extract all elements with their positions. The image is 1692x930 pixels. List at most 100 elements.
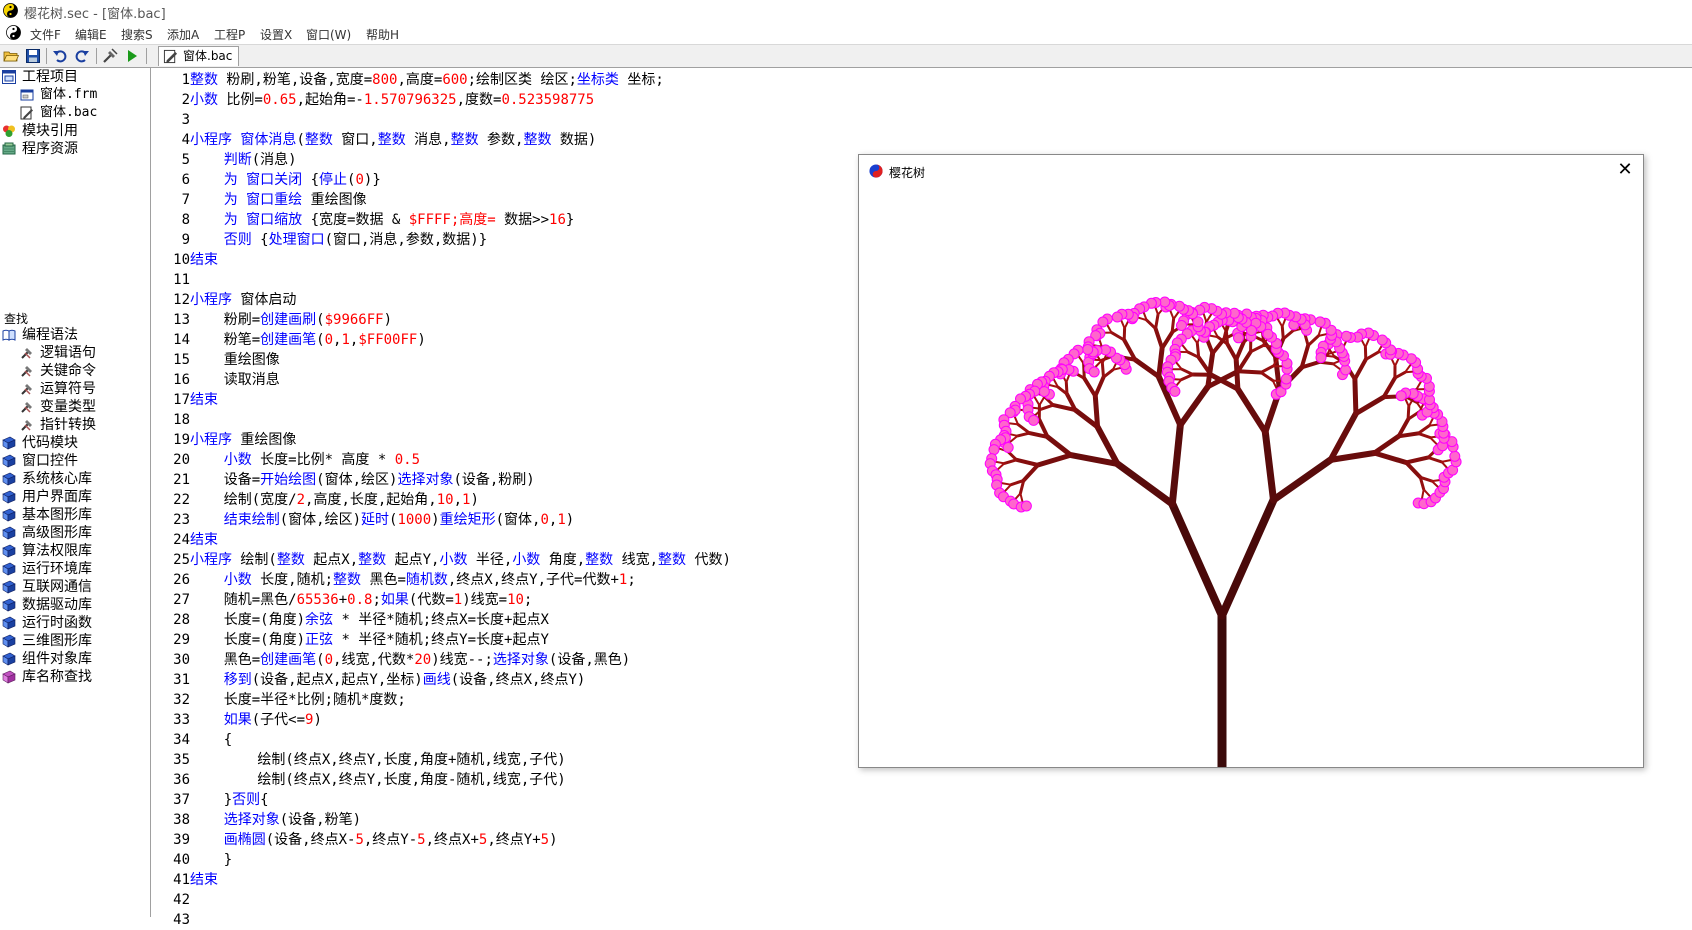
code-line[interactable]: 36 绘制(终点X,终点Y,长度,角度-随机,线宽,子代)	[151, 770, 566, 790]
code-line[interactable]: 10结束	[151, 250, 218, 270]
code-line[interactable]: 30 黑色=创建画笔(0,线宽,代数*20)线宽--;选择对象(设备,黑色)	[151, 650, 630, 670]
output-window[interactable]: 樱花树 ✕	[858, 154, 1644, 768]
tree-branch	[1172, 319, 1174, 332]
menu-settings[interactable]: 设置X	[260, 26, 292, 43]
menu-window[interactable]: 窗口(W)	[306, 26, 351, 43]
line-number: 17	[151, 390, 190, 410]
code-line[interactable]: 22 绘制(宽度/2,高度,长度,起始角,10,1)	[151, 490, 479, 510]
code-line[interactable]: 17结束	[151, 390, 218, 410]
tree-branch	[1002, 483, 1011, 485]
code-plain: 粉笔=	[190, 332, 260, 348]
line-number: 33	[151, 710, 190, 730]
tree-branch	[1261, 366, 1273, 372]
code-line[interactable]: 7 为 窗口重绘 重绘图像	[151, 190, 367, 210]
tab-window-bac[interactable]: 窗体.bac	[158, 46, 239, 66]
code-text: 长度=半径*比例;随机*度数;	[190, 690, 406, 710]
find-label: 查找	[4, 310, 28, 327]
code-keyword: 余弦	[305, 612, 333, 628]
close-icon[interactable]: ✕	[1615, 159, 1635, 180]
code-line[interactable]: 31 移到(设备,起点X,起点Y,坐标)画线(设备,终点X,终点Y)	[151, 670, 585, 690]
code-line[interactable]: 39 画椭圆(设备,终点X-5,终点Y-5,终点X+5,终点Y+5)	[151, 830, 558, 850]
code-line[interactable]: 6 为 窗口关闭 {停止(0)}	[151, 170, 381, 190]
code-plain	[190, 152, 224, 168]
tree-branch	[1418, 426, 1429, 434]
code-line[interactable]: 2小数 比例=0.65,起始角=-1.570796325,度数=0.523598…	[151, 90, 594, 110]
code-line[interactable]: 27 随机=黑色/65536+0.8;如果(代数=1)线宽=10;	[151, 590, 532, 610]
menu-add[interactable]: 添加A	[167, 26, 199, 43]
blossom	[1029, 415, 1039, 425]
tree-branch	[1005, 485, 1011, 491]
code-plain	[190, 672, 224, 688]
menu-edit[interactable]: 编辑E	[75, 26, 107, 43]
tree-branch	[1406, 458, 1428, 463]
build-icon[interactable]	[102, 48, 118, 64]
code-line[interactable]: 15 重绘图像	[151, 350, 280, 370]
code-line[interactable]: 28 长度=(角度)余弦 * 半径*随机;终点X=长度+起点X	[151, 610, 549, 630]
menu-file[interactable]: 文件F	[30, 26, 61, 43]
undo-icon[interactable]	[52, 48, 68, 64]
code-line[interactable]: 37 }否则{	[151, 790, 269, 810]
tree-branch	[1177, 380, 1182, 386]
code-plain: 线宽,	[613, 552, 658, 568]
code-line[interactable]: 40 }	[151, 850, 232, 870]
line-number: 5	[151, 150, 190, 170]
code-line[interactable]: 3	[151, 110, 190, 130]
yin-yang-icon[interactable]	[6, 25, 21, 40]
code-line[interactable]: 38 选择对象(设备,粉笔)	[151, 810, 361, 830]
code-line[interactable]: 34 {	[151, 730, 232, 750]
code-line[interactable]: 20 小数 长度=比例* 高度 * 0.5	[151, 450, 420, 470]
code-line[interactable]: 35 绘制(终点X,终点Y,长度,角度+随机,线宽,子代)	[151, 750, 566, 770]
code-line[interactable]: 14 粉笔=创建画笔(0,1,$FF00FF)	[151, 330, 426, 350]
document-edit-icon	[20, 106, 34, 120]
open-folder-icon[interactable]	[3, 48, 19, 64]
line-number: 28	[151, 610, 190, 630]
tree-branch	[1308, 336, 1318, 346]
code-line[interactable]: 5 判断(消息)	[151, 150, 297, 170]
redo-icon[interactable]	[74, 48, 90, 64]
code-line[interactable]: 9 否则 {处理窗口(窗口,消息,参数,数据)}	[151, 230, 487, 250]
code-plain: 绘制(宽度/	[190, 492, 297, 508]
menu-search[interactable]: 搜索S	[121, 26, 153, 43]
tree-branch	[1204, 313, 1207, 322]
tab-label: 窗体.bac	[183, 49, 232, 63]
code-line[interactable]: 23 结束绘制(窗体,绘区)延时(1000)重绘矩形(窗体,0,1)	[151, 510, 574, 530]
blossom	[1281, 374, 1291, 384]
code-line[interactable]: 4小程序 窗体消息(整数 窗口,整数 消息,整数 参数,整数 数据)	[151, 130, 596, 150]
code-text: 长度=(角度)正弦 * 半径*随机;终点Y=长度+起点Y	[190, 630, 549, 650]
code-line[interactable]: 13 粉刷=创建画刷($9966FF)	[151, 310, 392, 330]
code-line[interactable]: 16 读取消息	[151, 370, 280, 390]
yin-yang-icon	[869, 164, 883, 178]
code-line[interactable]: 26 小数 长度,随机;整数 黑色=随机数,终点X,终点Y,子代=代数+1;	[151, 570, 636, 590]
save-icon[interactable]	[25, 48, 41, 64]
code-line[interactable]: 24结束	[151, 530, 218, 550]
code-line[interactable]: 12小程序 窗体启动	[151, 290, 296, 310]
code-line[interactable]: 43	[151, 910, 190, 930]
code-line[interactable]: 8 为 窗口缩放 {宽度=数据 & $FFFF;高度= 数据>>16}	[151, 210, 574, 230]
code-number: 10	[437, 492, 454, 508]
code-line[interactable]: 32 长度=半径*比例;随机*度数;	[151, 690, 406, 710]
menu-project[interactable]: 工程P	[214, 26, 245, 43]
line-number: 15	[151, 350, 190, 370]
run-icon[interactable]	[124, 48, 140, 64]
menu-help[interactable]: 帮助H	[366, 26, 399, 43]
code-line[interactable]: 11	[151, 270, 190, 290]
code-plain: )	[470, 492, 478, 508]
code-text: 结束	[190, 390, 218, 410]
tree-item-label: 逻辑语句	[40, 344, 96, 362]
tree-branch	[1156, 315, 1158, 329]
code-number: 0	[355, 172, 363, 188]
code-plain: 黑色=	[190, 652, 260, 668]
code-line[interactable]: 18	[151, 410, 190, 430]
code-line[interactable]: 29 长度=(角度)正弦 * 半径*随机;终点Y=长度+起点Y	[151, 630, 549, 650]
code-line[interactable]: 25小程序 绘制(整数 起点X,整数 起点Y,小数 半径,小数 角度,整数 线宽…	[151, 550, 731, 570]
code-line[interactable]: 21 设备=开始绘图(窗体,绘区)选择对象(设备,粉刷)	[151, 470, 535, 490]
book-icon	[2, 508, 16, 522]
output-window-titlebar[interactable]: 樱花树 ✕	[859, 155, 1643, 185]
code-line[interactable]: 19小程序 重绘图像	[151, 430, 296, 450]
code-line[interactable]: 33 如果(子代<=9)	[151, 710, 322, 730]
code-line[interactable]: 1整数 粉刷,粉笔,设备,宽度=800,高度=600;绘制区类 绘区;坐标类 坐…	[151, 70, 664, 90]
tree-branch	[1147, 320, 1156, 328]
code-line[interactable]: 42	[151, 890, 190, 910]
toolbar-separator	[46, 48, 47, 64]
code-line[interactable]: 41结束	[151, 870, 218, 890]
